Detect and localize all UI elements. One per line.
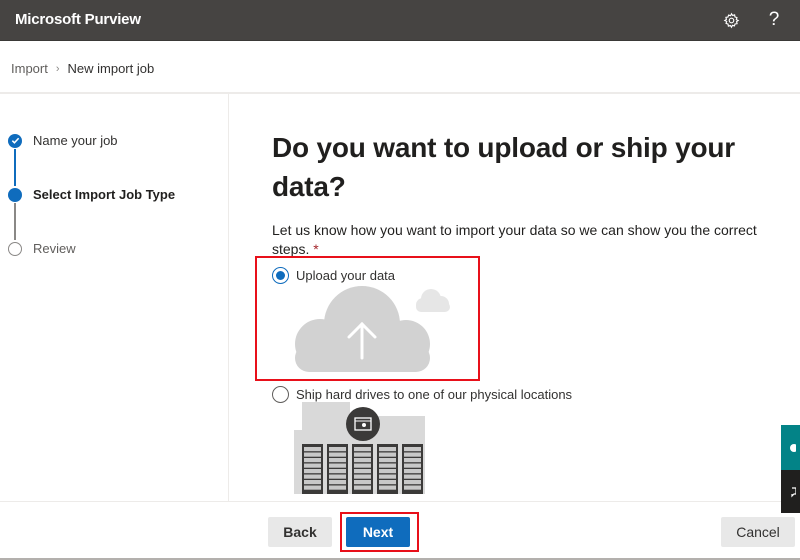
required-marker: * xyxy=(313,241,319,257)
breadcrumb-import[interactable]: Import xyxy=(11,61,48,76)
server-slot xyxy=(379,480,396,485)
server-slot xyxy=(354,480,371,485)
wizard-divider xyxy=(228,94,229,501)
server-slot xyxy=(304,452,321,457)
help-widget-button[interactable] xyxy=(781,425,800,470)
radio-label: Ship hard drives to one of our physical … xyxy=(296,387,573,402)
server-slot xyxy=(379,452,396,457)
step-review[interactable]: Review xyxy=(8,241,76,256)
radio-unselected-icon[interactable] xyxy=(272,386,289,403)
server-slot xyxy=(304,458,321,463)
server-slot xyxy=(304,447,321,452)
current-step-icon xyxy=(8,187,22,202)
radio-selected-icon[interactable] xyxy=(272,267,289,284)
server-slot xyxy=(354,463,371,468)
question-description: Let us know how you want to import your … xyxy=(272,221,772,259)
server-slot xyxy=(404,452,421,457)
server-slot xyxy=(379,485,396,490)
server-slot xyxy=(404,469,421,474)
page-title: Do you want to upload or ship your data? xyxy=(272,132,735,202)
server-slot xyxy=(354,469,371,474)
step-name-your-job[interactable]: Name your job xyxy=(8,133,118,148)
cloud-upload-illustration xyxy=(290,282,465,377)
server-slot xyxy=(404,485,421,490)
app-title: Microsoft Purview xyxy=(15,11,141,28)
server-slot xyxy=(404,458,421,463)
server-slot xyxy=(354,458,371,463)
next-button[interactable]: Next xyxy=(346,517,410,547)
server-slot xyxy=(329,485,346,490)
server-slot xyxy=(329,452,346,457)
footer-divider xyxy=(0,501,800,502)
gear-icon[interactable] xyxy=(720,9,742,31)
server-slot xyxy=(404,447,421,452)
server-slot xyxy=(329,480,346,485)
server-slot xyxy=(404,463,421,468)
server-slot xyxy=(404,480,421,485)
breadcrumb: Import › New import job xyxy=(11,61,154,76)
server-slot xyxy=(304,474,321,479)
server-slot xyxy=(329,474,346,479)
server-slot xyxy=(329,469,346,474)
datacenter-illustration xyxy=(292,402,432,494)
server-slot xyxy=(354,485,371,490)
server-slot xyxy=(304,469,321,474)
cancel-button[interactable]: Cancel xyxy=(721,517,795,547)
breadcrumb-new-import-job: New import job xyxy=(67,61,155,76)
step-select-import-job-type[interactable]: Select Import Job Type xyxy=(8,187,175,202)
server-slot xyxy=(304,463,321,468)
back-button[interactable]: Back xyxy=(268,517,332,547)
pending-step-icon xyxy=(8,241,22,256)
server-slot xyxy=(329,447,346,452)
server-slot xyxy=(329,458,346,463)
step-label: Select Import Job Type xyxy=(33,187,176,202)
top-bar: Microsoft Purview ? xyxy=(0,0,800,41)
step-connector xyxy=(14,149,16,186)
radio-label: Upload your data xyxy=(296,268,396,283)
server-slot xyxy=(379,463,396,468)
description-text: Let us know how you want to import your … xyxy=(272,222,757,257)
server-slot xyxy=(404,474,421,479)
step-connector xyxy=(14,203,16,240)
server-slot xyxy=(379,447,396,452)
chevron-right-icon: › xyxy=(55,62,60,75)
server-slot xyxy=(354,452,371,457)
step-label: Name your job xyxy=(33,133,118,148)
server-slot xyxy=(379,474,396,479)
checkmark-icon xyxy=(8,133,22,148)
server-slot xyxy=(354,447,371,452)
step-label: Review xyxy=(33,241,76,256)
server-slot xyxy=(379,469,396,474)
help-icon[interactable]: ? xyxy=(763,9,785,31)
server-slot xyxy=(354,474,371,479)
server-slot xyxy=(304,485,321,490)
server-slot xyxy=(329,463,346,468)
ship-hard-drives-radio[interactable]: Ship hard drives to one of our physical … xyxy=(272,386,572,403)
server-slot xyxy=(379,458,396,463)
server-slot xyxy=(304,480,321,485)
header-divider xyxy=(0,92,800,94)
feedback-icon[interactable] xyxy=(781,470,800,513)
